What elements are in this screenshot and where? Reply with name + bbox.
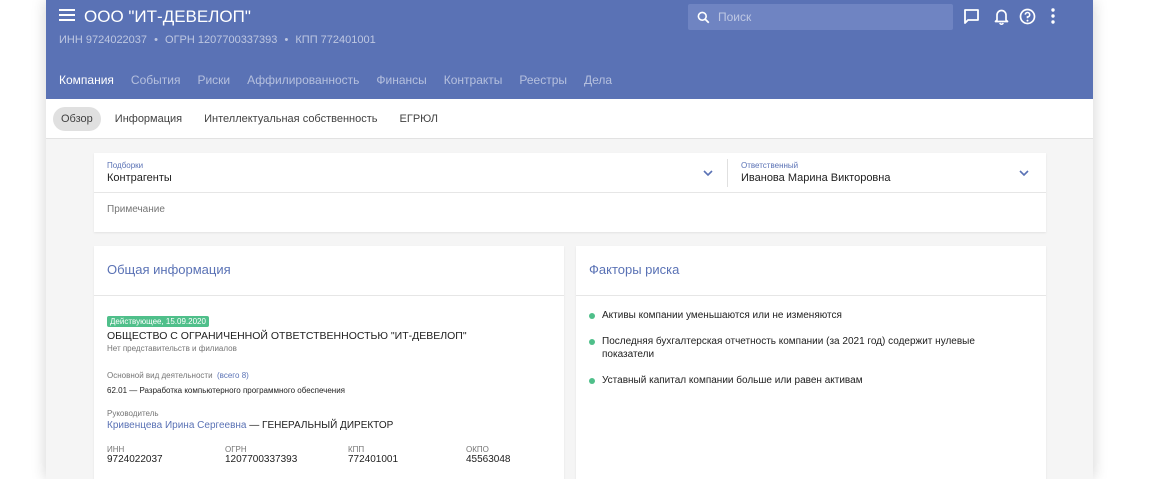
risk-item: Активы компании уменьшаются или не измен… <box>589 309 1029 322</box>
search-input[interactable] <box>718 10 938 24</box>
chat-icon[interactable] <box>960 5 982 27</box>
company-header: ООО "ИТ-ДЕВЕЛОП" ИНН 9724022037 • ОГРН 1… <box>46 0 1093 99</box>
risk-dot <box>589 378 595 384</box>
risk-text: Уставный капитал компании больше или рав… <box>602 375 863 386</box>
section-divider <box>94 295 564 296</box>
main-tabs: Компания События Риски Аффилированность … <box>59 73 629 87</box>
inn-text: ИНН 9724022037 <box>59 34 148 46</box>
risk-text: Активы компании уменьшаются или не измен… <box>602 310 842 321</box>
activity-all-link[interactable]: (всего 8) <box>217 371 249 380</box>
risk-item: Уставный капитал компании больше или рав… <box>589 374 1029 387</box>
risk-text: Последняя бухгалтерская отчетность компа… <box>602 336 975 360</box>
tab-events[interactable]: События <box>131 73 181 87</box>
tab-company[interactable]: Компания <box>59 73 114 87</box>
code-value: 772401001 <box>348 454 399 465</box>
general-info-card: Общая информация Действующее, 15.09.2020… <box>94 246 564 479</box>
app-window: ООО "ИТ-ДЕВЕЛОП" ИНН 9724022037 • ОГРН 1… <box>46 0 1093 479</box>
separator: • <box>284 34 289 46</box>
activity-block: Основной вид деятельности (всего 8) 62.0… <box>107 365 547 395</box>
activity-value: 62.01 — Разработка компьютерного програм… <box>107 386 346 395</box>
director-position: — ГЕНЕРАЛЬНЫЙ ДИРЕКТОР <box>246 420 394 431</box>
chevron-down-icon <box>1019 170 1029 177</box>
director-line: Кривенцева Ирина Сергеевна — ГЕНЕРАЛЬНЫЙ… <box>107 420 547 431</box>
subtab-intellectual-property[interactable]: Интеллектуальная собственность <box>196 107 385 131</box>
responsible-value: Иванова Марина Викторовна <box>741 172 891 184</box>
general-info-body: Действующее, 15.09.2020 ОБЩЕСТВО С ОГРАН… <box>107 311 547 469</box>
ogrn-text: ОГРН 1207700337393 <box>165 34 278 46</box>
director-label: Руководитель <box>107 409 159 418</box>
search-icon <box>697 11 710 24</box>
director-name-link[interactable]: Кривенцева Ирина Сергеевна <box>107 420 246 431</box>
tab-finance[interactable]: Финансы <box>376 73 426 87</box>
collections-value: Контрагенты <box>107 172 172 184</box>
sub-tabs: Обзор Информация Интеллектуальная собств… <box>46 99 1093 139</box>
activity-label: Основной вид деятельности <box>107 371 213 380</box>
risk-factors-card: Факторы риска Активы компании уменьшаютс… <box>576 246 1046 479</box>
code-value: 45563048 <box>466 454 511 465</box>
code-kpp: КПП 772401001 <box>348 445 398 465</box>
bell-icon[interactable] <box>990 5 1012 27</box>
collections-select[interactable]: Подборки Контрагенты <box>94 153 727 192</box>
general-info-title: Общая информация <box>107 262 231 277</box>
code-label: ИНН <box>107 445 125 454</box>
code-inn: ИНН 9724022037 <box>107 445 163 465</box>
kpp-text: КПП 772401001 <box>295 34 376 46</box>
chevron-down-icon <box>703 170 713 177</box>
more-vert-icon[interactable] <box>1046 5 1060 27</box>
code-value: 9724022037 <box>107 454 163 465</box>
code-value: 1207700337393 <box>225 454 298 465</box>
risk-factors-title: Факторы риска <box>589 262 680 277</box>
search-box[interactable] <box>688 4 953 30</box>
responsible-label: Ответственный <box>741 161 799 170</box>
risk-item: Последняя бухгалтерская отчетность компа… <box>589 335 1029 361</box>
code-label: ОКПО <box>466 445 489 454</box>
code-label: КПП <box>348 445 365 454</box>
code-ogrn: ОГРН 1207700337393 <box>225 445 297 465</box>
responsible-select[interactable]: Ответственный Иванова Марина Викторовна <box>728 153 1046 192</box>
section-divider <box>576 295 1046 296</box>
company-codes-line: ИНН 9724022037 • ОГРН 1207700337393 • КП… <box>59 34 376 46</box>
status-badge: Действующее, 15.09.2020 <box>107 316 209 327</box>
risk-list: Активы компании уменьшаются или не измен… <box>589 309 1029 400</box>
subtab-egrul[interactable]: ЕГРЮЛ <box>392 107 446 131</box>
branches-text: Нет представительств и филиалов <box>107 344 237 353</box>
help-icon[interactable] <box>1016 5 1038 27</box>
tab-affiliation[interactable]: Аффилированность <box>247 73 359 87</box>
director-block: Руководитель Кривенцева Ирина Сергеевна … <box>107 409 547 431</box>
tab-cases[interactable]: Дела <box>584 73 612 87</box>
codes-row: ИНН 9724022037 ОГРН 1207700337393 КПП 77… <box>107 445 547 469</box>
risk-dot <box>589 339 595 345</box>
tab-contracts[interactable]: Контракты <box>444 73 503 87</box>
tab-registries[interactable]: Реестры <box>519 73 567 87</box>
subtab-overview[interactable]: Обзор <box>53 106 101 131</box>
filters-divider <box>94 192 1046 193</box>
collections-label: Подборки <box>107 161 144 170</box>
subtab-information[interactable]: Информация <box>107 107 190 131</box>
filters-card: Подборки Контрагенты Ответственный Ивано… <box>94 153 1046 232</box>
full-company-name: ОБЩЕСТВО С ОГРАНИЧЕННОЙ ОТВЕТСТВЕННОСТЬЮ… <box>107 330 467 342</box>
code-okpo: ОКПО 45563048 <box>466 445 511 465</box>
risk-dot <box>589 313 595 319</box>
page-title: ООО "ИТ-ДЕВЕЛОП" <box>84 7 251 26</box>
tab-risks[interactable]: Риски <box>197 73 230 87</box>
separator: • <box>154 34 158 46</box>
menu-icon[interactable] <box>59 9 75 23</box>
note-input[interactable] <box>107 204 1007 215</box>
code-label: ОГРН <box>225 445 247 454</box>
